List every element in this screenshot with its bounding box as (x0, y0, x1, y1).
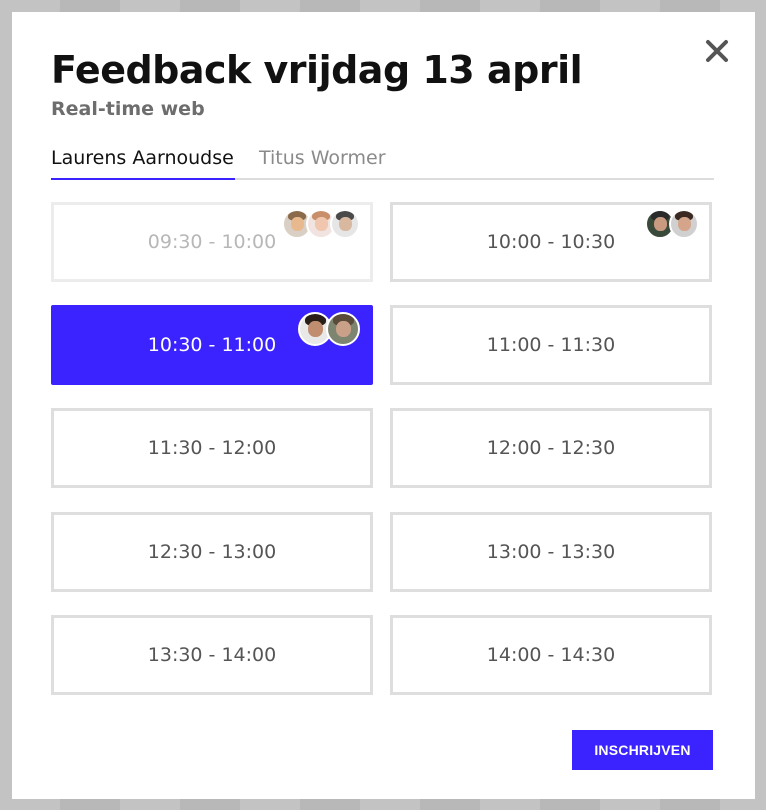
feedback-modal: Feedback vrijdag 13 april Real-time web … (12, 12, 755, 799)
time-slot[interactable]: 12:00 - 12:30 (390, 408, 712, 488)
time-slot-label: 09:30 - 10:00 (147, 231, 277, 253)
submit-button[interactable]: INSCHRIJVEN (572, 730, 713, 770)
close-button[interactable] (700, 34, 734, 68)
time-slot[interactable]: 13:00 - 13:30 (390, 512, 712, 592)
time-slot-label: 10:00 - 10:30 (486, 231, 616, 253)
avatar (330, 209, 360, 239)
time-slot-label: 13:30 - 14:00 (147, 644, 277, 666)
time-slot-label: 12:30 - 13:00 (147, 541, 277, 563)
attendee-avatars (282, 209, 360, 239)
time-slot: 09:30 - 10:00 (51, 202, 373, 282)
time-slot[interactable]: 10:30 - 11:00 (51, 305, 373, 385)
time-slot-label: 13:00 - 13:30 (486, 541, 616, 563)
avatar (326, 312, 360, 346)
active-tab-indicator (51, 178, 235, 180)
time-slot-label: 12:00 - 12:30 (486, 437, 616, 459)
time-slot[interactable]: 11:00 - 11:30 (390, 305, 712, 385)
modal-subtitle: Real-time web (51, 98, 205, 120)
tab-label: Laurens Aarnoudse (51, 147, 234, 169)
time-slot[interactable]: 10:00 - 10:30 (390, 202, 712, 282)
avatar (669, 209, 699, 239)
time-slot[interactable]: 11:30 - 12:00 (51, 408, 373, 488)
close-icon (706, 40, 728, 62)
tab-label: Titus Wormer (259, 147, 386, 169)
time-slot[interactable]: 13:30 - 14:00 (51, 615, 373, 695)
modal-title: Feedback vrijdag 13 april (51, 48, 583, 92)
time-slot-label: 11:00 - 11:30 (486, 334, 616, 356)
attendee-avatars (645, 209, 699, 239)
time-slot-label: 14:00 - 14:30 (486, 644, 616, 666)
time-slot-label: 10:30 - 11:00 (147, 334, 277, 356)
time-slot[interactable]: 14:00 - 14:30 (390, 615, 712, 695)
attendee-avatars (298, 312, 360, 346)
tab-laurens-aarnoudse[interactable]: Laurens Aarnoudse (51, 146, 234, 178)
person-tabs: Laurens Aarnoudse Titus Wormer (51, 146, 714, 180)
time-slot[interactable]: 12:30 - 13:00 (51, 512, 373, 592)
time-slot-label: 11:30 - 12:00 (147, 437, 277, 459)
tab-titus-wormer[interactable]: Titus Wormer (259, 146, 386, 178)
